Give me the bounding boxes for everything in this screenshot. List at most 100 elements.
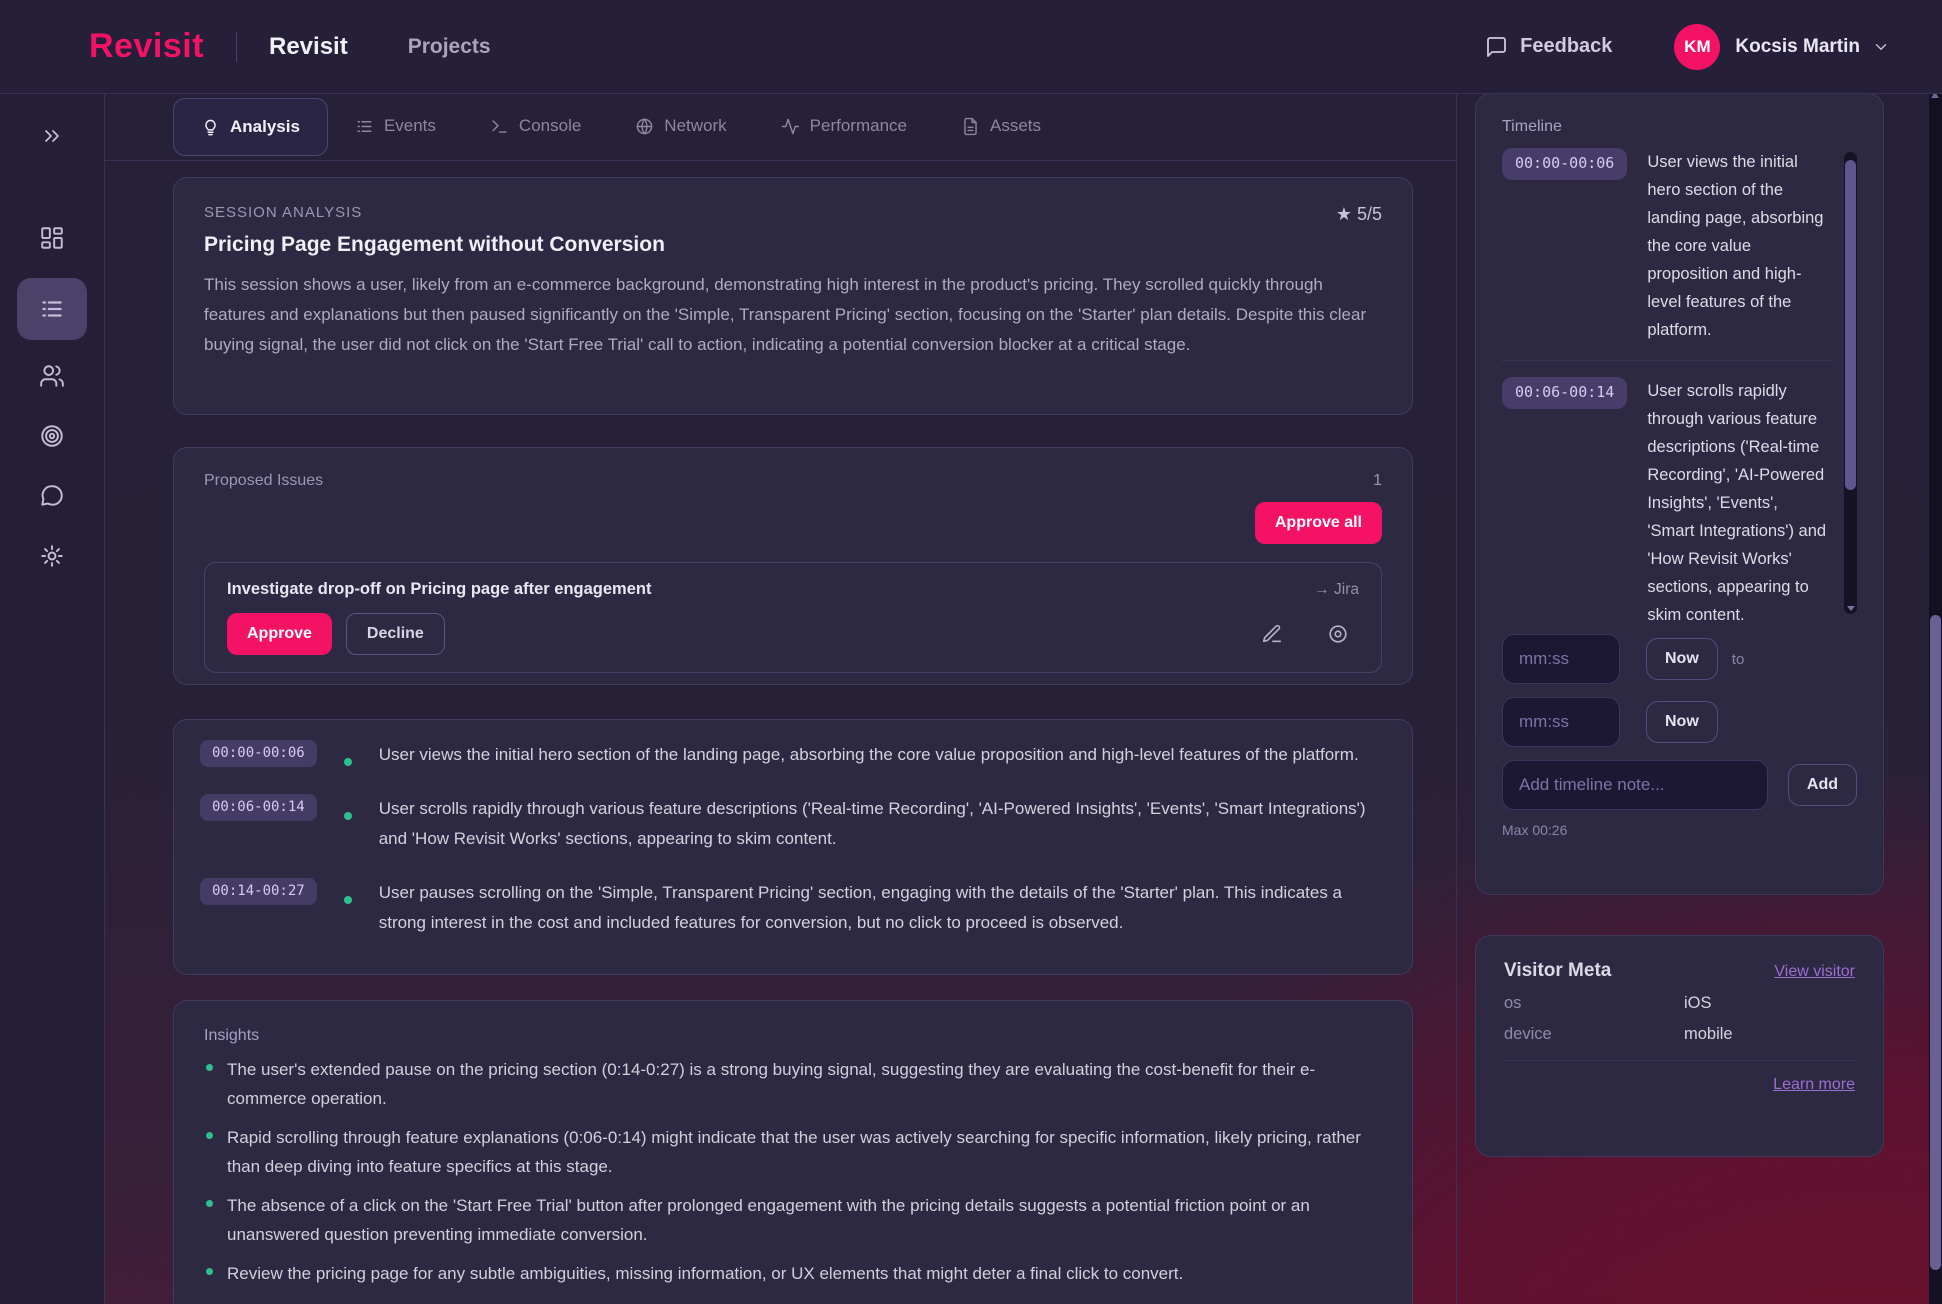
avatar[interactable]: KM (1674, 24, 1720, 70)
time-range-badge: 00:06-00:14 (200, 794, 317, 821)
preview-eye-icon[interactable] (1327, 623, 1349, 645)
session-description: This session shows a user, likely from a… (204, 270, 1382, 360)
timeline-panel-heading: Timeline (1502, 118, 1857, 136)
globe-icon (635, 117, 654, 136)
timeline-panel: Timeline 00:00-00:06 User views the init… (1475, 93, 1884, 895)
timeline-row: 00:00-00:06 User views the initial hero … (200, 740, 1386, 770)
insight-text: The absence of a click on the 'Start Fre… (227, 1191, 1382, 1249)
edit-pencil-icon[interactable] (1261, 623, 1283, 645)
insight-item: Consider A/B testing variations of the '… (204, 1298, 1382, 1304)
insight-item: Review the pricing page for any subtle a… (204, 1259, 1382, 1288)
max-duration-label: Max 00:26 (1502, 822, 1857, 838)
timeline-dot (344, 758, 352, 766)
sidebar-item-chat[interactable] (17, 468, 87, 524)
chevrons-right-icon (40, 124, 64, 148)
meta-label: os (1504, 994, 1684, 1013)
decline-button[interactable]: Decline (346, 613, 445, 655)
learn-more-link[interactable]: Learn more (1773, 1076, 1855, 1094)
main-panel: Analysis Events Console Network Performa… (105, 94, 1457, 1304)
insight-dot (206, 1200, 213, 1207)
scrollbar-thumb[interactable] (1845, 160, 1856, 490)
gear-icon (39, 543, 65, 569)
visitor-meta-row: os iOS (1504, 994, 1855, 1013)
timeline-note-input[interactable] (1502, 760, 1768, 810)
chat-bubble-icon (39, 483, 65, 509)
sidebar-expand-button[interactable] (17, 108, 87, 164)
timeline-row: 00:14-00:27 User pauses scrolling on the… (200, 878, 1386, 938)
insight-dot (206, 1064, 213, 1071)
time-range-badge: 00:00-00:06 (200, 740, 317, 767)
timeline-scroll-area[interactable]: 00:00-00:06 User views the initial hero … (1502, 148, 1857, 621)
issues-count: 1 (1373, 472, 1382, 490)
sidebar-item-goals[interactable] (17, 408, 87, 464)
view-visitor-link[interactable]: View visitor (1774, 963, 1855, 981)
feedback-icon (1484, 35, 1508, 59)
timeline-text: User views the initial hero section of t… (379, 740, 1386, 770)
time-range-badge: 00:00-00:06 (1502, 148, 1627, 180)
tab-bar: Analysis Events Console Network Performa… (105, 94, 1456, 161)
timeline-row: 00:06-00:14 User scrolls rapidly through… (200, 794, 1386, 854)
sidebar-item-settings[interactable] (17, 528, 87, 584)
tab-performance[interactable]: Performance (754, 100, 934, 152)
time-from-input[interactable] (1502, 634, 1620, 684)
tab-assets[interactable]: Assets (934, 100, 1068, 152)
nav-divider (236, 32, 237, 62)
insight-text: Consider A/B testing variations of the '… (227, 1298, 1154, 1304)
feedback-button[interactable]: Feedback (1484, 35, 1612, 59)
sidebar-item-dashboard[interactable] (17, 210, 87, 266)
sidebar-item-visitors[interactable] (17, 348, 87, 404)
tab-label: Performance (810, 116, 907, 136)
meta-label: device (1504, 1025, 1684, 1044)
user-name: Kocsis Martin (1735, 36, 1860, 58)
page-scrollbar[interactable] (1929, 90, 1942, 1304)
add-note-button[interactable]: Add (1788, 764, 1857, 806)
tab-label: Network (664, 116, 726, 136)
insight-text: Review the pricing page for any subtle a… (227, 1259, 1183, 1288)
visitor-meta-panel: Visitor Meta View visitor os iOS device … (1475, 935, 1884, 1157)
list-icon (355, 117, 374, 136)
issue-target-jira[interactable]: → Jira (1314, 581, 1359, 599)
tab-label: Assets (990, 116, 1041, 136)
issue-title: Investigate drop-off on Pricing page aft… (227, 580, 651, 599)
visitor-meta-heading: Visitor Meta (1504, 960, 1611, 982)
lightbulb-icon (201, 118, 220, 137)
proposed-issues-heading: Proposed Issues (204, 472, 323, 490)
scrollbar-down-arrow[interactable] (1847, 606, 1855, 611)
timeline-dot (344, 812, 352, 820)
dashboard-icon (39, 225, 65, 251)
tab-label: Console (519, 116, 581, 136)
tab-network[interactable]: Network (608, 100, 753, 152)
approve-button[interactable]: Approve (227, 613, 332, 655)
meta-value: mobile (1684, 1025, 1733, 1044)
approve-all-button[interactable]: Approve all (1255, 502, 1382, 544)
users-icon (39, 363, 65, 389)
tab-console[interactable]: Console (463, 100, 608, 152)
insight-text: Rapid scrolling through feature explanat… (227, 1123, 1382, 1181)
divider (1502, 360, 1831, 361)
insights-heading: Insights (204, 1027, 1382, 1045)
timeline-entry-text: User scrolls rapidly through various fea… (1647, 377, 1827, 621)
terminal-icon (490, 117, 509, 136)
tab-analysis[interactable]: Analysis (173, 98, 328, 156)
now-to-button[interactable]: Now (1646, 701, 1718, 743)
app-logo[interactable]: Revisit (89, 27, 204, 66)
section-eyebrow: SESSION ANALYSIS (204, 204, 1382, 221)
now-from-button[interactable]: Now (1646, 638, 1718, 680)
timeline-text: User scrolls rapidly through various fea… (379, 794, 1386, 854)
tab-events[interactable]: Events (328, 100, 463, 152)
tab-label: Analysis (230, 117, 300, 137)
timeline-scrollbar[interactable] (1844, 152, 1857, 614)
issue-row: Investigate drop-off on Pricing page aft… (204, 562, 1382, 673)
sidebar-item-sessions[interactable] (17, 278, 87, 340)
timeline-entry: 00:00-00:06 User views the initial hero … (1502, 148, 1831, 344)
nav-item-projects[interactable]: Projects (408, 35, 491, 59)
scrollbar-thumb[interactable] (1930, 615, 1941, 1270)
timeline-entry-text: User views the initial hero section of t… (1647, 148, 1827, 344)
chevron-down-icon[interactable] (1872, 38, 1890, 56)
time-to-input[interactable] (1502, 697, 1620, 747)
insight-dot (206, 1268, 213, 1275)
insight-item: The user's extended pause on the pricing… (204, 1055, 1382, 1113)
session-title: Pricing Page Engagement without Conversi… (204, 233, 1382, 257)
main-content: SESSION ANALYSIS ★ 5/5 Pricing Page Enga… (105, 161, 1456, 1304)
nav-item-revisit[interactable]: Revisit (269, 33, 348, 61)
